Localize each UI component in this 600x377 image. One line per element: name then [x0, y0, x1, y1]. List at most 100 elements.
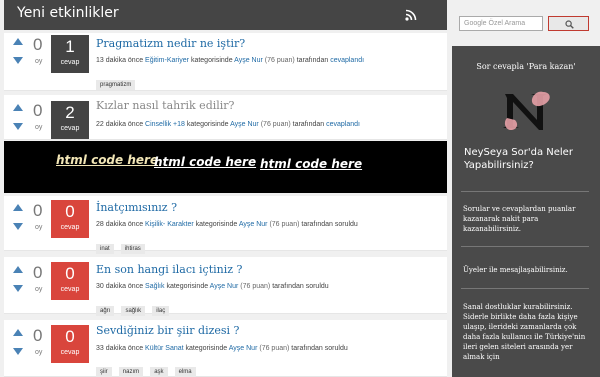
tag[interactable]: elma [174, 367, 196, 377]
action-text: soruldu [324, 345, 348, 352]
user-link[interactable]: Ayşe Nur [234, 57, 263, 64]
sidebar-heading: NeySeya Sor'da Neler Yapabilirsiniz? [464, 147, 573, 171]
answer-label: cevap [60, 125, 80, 132]
by-text: tarafından [291, 345, 323, 352]
vote-down-icon[interactable] [13, 223, 23, 230]
banner-link[interactable]: html code here [56, 153, 158, 167]
user-link[interactable]: Ayşe Nur [239, 221, 268, 228]
category-suffix: kategorisinde [195, 221, 238, 228]
question-time: 28 dakika önce [96, 221, 144, 228]
vote-label: oy [35, 224, 43, 231]
banner-link[interactable]: html code here [260, 157, 362, 171]
answer-label: cevap [60, 224, 80, 231]
vote-count: 0 [33, 201, 43, 220]
category-link[interactable]: Eğitim-Kariyer [145, 57, 189, 64]
question-item: 0 oy 1 cevap Pragmatizm nedir ne iştir? … [4, 33, 447, 91]
site-logo[interactable]: N [499, 88, 553, 134]
tag-list: ağrı sağlık ilaç [96, 297, 171, 316]
category-suffix: kategorisinde [166, 283, 209, 290]
question-time: 30 dakika önce [96, 283, 144, 290]
answer-count-box: 0 cevap [51, 262, 89, 300]
answer-count: 0 [65, 202, 75, 221]
category-link[interactable]: Sağlık [145, 283, 164, 290]
tag[interactable]: şiir [96, 367, 112, 377]
tag[interactable]: ilaç [152, 306, 170, 316]
search-input[interactable]: Google Özel Arama [459, 16, 543, 31]
answer-count: 2 [65, 103, 75, 122]
vote-label: oy [35, 349, 43, 356]
user-points: (76 puan) [264, 57, 295, 64]
vote-label: oy [35, 286, 43, 293]
vote-label: oy [35, 58, 43, 65]
sidebar: Sor cevapla 'Para kazan' N NeySeya Sor'd… [452, 46, 600, 377]
vote-count: 0 [33, 263, 43, 282]
tag-list: pragmatizm [96, 71, 137, 90]
ad-banner[interactable]: html code here html code here html code … [4, 141, 447, 193]
question-title-link[interactable]: Pragmatizm nedir ne iştir? [96, 37, 245, 50]
tag[interactable]: sağlık [121, 306, 146, 316]
question-title-link[interactable]: Sevdiğiniz bir şiir dizesi ? [96, 324, 239, 337]
tag[interactable]: pragmatizm [96, 80, 136, 90]
vote-down-icon[interactable] [13, 57, 23, 64]
category-link[interactable]: Kültür Sanat [145, 345, 184, 352]
vote-down-icon[interactable] [13, 123, 23, 130]
category-suffix: kategorisinde [186, 121, 229, 128]
user-link[interactable]: Ayşe Nur [229, 345, 258, 352]
divider [461, 191, 589, 192]
rss-icon[interactable] [405, 9, 417, 21]
answer-count: 1 [65, 37, 75, 56]
search-button[interactable] [548, 16, 589, 31]
sidebar-subtitle: Sor cevapla 'Para kazan' [476, 62, 576, 71]
vote-widget: 0 oy [12, 35, 46, 70]
banner-link[interactable]: html code here [154, 155, 256, 169]
question-title-link[interactable]: En son hangi ilacı içtiniz ? [96, 263, 242, 276]
category-suffix: kategorisinde [185, 345, 228, 352]
question-meta: 13 dakika önce Eğitim-Kariyer kategorisi… [96, 57, 364, 64]
vote-widget: 0 oy [12, 201, 46, 236]
vote-widget: 0 oy [12, 263, 46, 298]
vote-down-icon[interactable] [13, 285, 23, 292]
vote-label: oy [35, 124, 43, 131]
vote-count: 0 [33, 101, 43, 120]
vote-up-icon[interactable] [13, 204, 23, 211]
vote-up-icon[interactable] [13, 266, 23, 273]
vote-up-icon[interactable] [13, 104, 23, 111]
section-header: Yeni etkinlikler [4, 0, 447, 30]
question-meta: 33 dakika önce Kültür Sanat kategorisind… [96, 345, 348, 352]
user-link[interactable]: Ayşe Nur [230, 121, 259, 128]
action-link[interactable]: cevaplandı [326, 121, 360, 128]
answer-label: cevap [60, 286, 80, 293]
category-link[interactable]: Cinsellik +18 [145, 121, 185, 128]
search-icon [565, 20, 574, 29]
by-text: tarafından [272, 283, 304, 290]
divider [461, 246, 589, 247]
tag[interactable]: nazım [118, 367, 144, 377]
question-item: 0 oy 2 cevap Kızlar nasıl tahrik edilir?… [4, 95, 447, 140]
vote-down-icon[interactable] [13, 348, 23, 355]
action-text: soruldu [305, 283, 329, 290]
vote-up-icon[interactable] [13, 329, 23, 336]
page: Yeni etkinlikler 0 oy 1 cevap Pragmatizm… [0, 0, 600, 377]
category-link[interactable]: Kişilik- Karakter [145, 221, 194, 228]
user-points: (76 puan) [259, 345, 290, 352]
vote-up-icon[interactable] [13, 38, 23, 45]
vote-widget: 0 oy [12, 101, 46, 136]
question-title-link[interactable]: İnatçımısınız ? [96, 201, 177, 214]
action-link[interactable]: cevaplandı [330, 57, 364, 64]
question-title-link[interactable]: Kızlar nasıl tahrik edilir? [96, 99, 234, 112]
tag[interactable]: ağrı [96, 306, 115, 316]
question-time: 22 dakika önce [96, 121, 144, 128]
user-link[interactable]: Ayşe Nur [210, 283, 239, 290]
by-text: tarafından [292, 121, 325, 128]
tag[interactable]: aşk [150, 367, 168, 377]
vote-count: 0 [33, 326, 43, 345]
question-meta: 28 dakika önce Kişilik- Karakter kategor… [96, 221, 358, 228]
divider [461, 288, 589, 289]
sidebar-paragraph: Sanal dostluklar kurabilirsiniz. Siderle… [463, 303, 586, 361]
tag[interactable]: inat [96, 244, 114, 254]
vote-count: 0 [33, 35, 43, 54]
answer-count: 0 [65, 264, 75, 283]
tag[interactable]: ihtiras [120, 244, 145, 254]
question-meta: 30 dakika önce Sağlık kategorisinde Ayşe… [96, 283, 329, 290]
sidebar-paragraph: Üyeler ile mesajlaşabilirsiniz. [463, 266, 568, 274]
